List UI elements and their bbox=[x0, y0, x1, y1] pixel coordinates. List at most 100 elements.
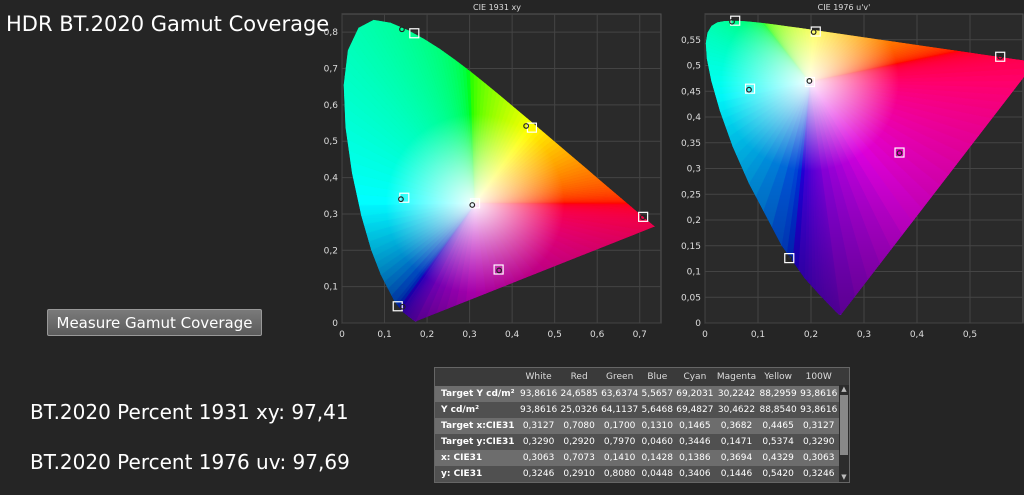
column-header: Blue bbox=[639, 368, 675, 386]
table-cell: 0,5374 bbox=[757, 434, 799, 450]
y-tick-label: 0,15 bbox=[681, 242, 701, 252]
column-header: Cyan bbox=[674, 368, 716, 386]
table-cell: 0,1446 bbox=[715, 466, 758, 482]
y-tick-label: 0,45 bbox=[681, 87, 701, 97]
table-cell: 64,1137 bbox=[599, 402, 640, 418]
table-cell: 0,1386 bbox=[674, 450, 716, 466]
table-cell: 0,1471 bbox=[715, 434, 758, 450]
table-cell: 0,7080 bbox=[558, 418, 600, 434]
y-tick-label: 0,4 bbox=[324, 174, 339, 184]
table-cell: 0,1700 bbox=[599, 418, 640, 434]
table-row[interactable]: Target Y cd/m² 93,8616 24,6585 63,6374 5,565… bbox=[435, 386, 839, 402]
table-body: Target Y cd/m² 93,8616 24,6585 63,6374 5,565… bbox=[435, 386, 839, 482]
bt2020-1931-xy-percent: BT.2020 Percent 1931 xy: 97,41 bbox=[30, 400, 349, 424]
table-cell: 0,1465 bbox=[674, 418, 716, 434]
x-tick-label: 0,2 bbox=[420, 330, 434, 340]
x-tick-label: 0,1 bbox=[751, 330, 765, 340]
x-tick-label: 0,5 bbox=[548, 330, 562, 340]
table-cell: 0,3290 bbox=[798, 434, 839, 450]
table-cell: 30,2242 bbox=[715, 386, 758, 402]
x-tick-label: 0,2 bbox=[804, 330, 818, 340]
table-cell: 0,3406 bbox=[674, 466, 716, 482]
x-tick-label: 0,4 bbox=[910, 330, 925, 340]
table-cell: 0,3682 bbox=[715, 418, 758, 434]
cie-1931-xy-chart: CIE 1931 xy 0 0,1 0,2 0,3 0,4 0,5 0,6 0,7 0 0,1 0,… bbox=[324, 3, 662, 340]
table-header-row: White Red Green Blue Cyan Magenta Yellow 100W bbox=[435, 368, 839, 386]
scroll-up-arrow-icon[interactable]: ▲ bbox=[839, 385, 849, 394]
row-label: x: CIE31 bbox=[435, 450, 519, 466]
table-cell: 24,6585 bbox=[558, 386, 600, 402]
measurement-grid: White Red Green Blue Cyan Magenta Yellow 100W T… bbox=[435, 368, 839, 482]
y-tick-label: 0,05 bbox=[681, 293, 701, 303]
table-cell: 69,2031 bbox=[674, 386, 716, 402]
measure-gamut-coverage-button[interactable]: Measure Gamut Coverage bbox=[47, 309, 262, 336]
column-header: Magenta bbox=[715, 368, 758, 386]
row-label: Y cd/m² bbox=[435, 402, 519, 418]
table-cell: 93,8616 bbox=[518, 402, 559, 418]
table-row[interactable]: Target y:CIE31 0,3290 0,2920 0,7970 0,0460 0,… bbox=[435, 434, 839, 450]
x-tick-label: 0 bbox=[702, 330, 708, 340]
row-label: Target x:CIE31 bbox=[435, 418, 519, 434]
table-scrollbar[interactable]: ▲ ▼ bbox=[839, 385, 849, 482]
table-cell: 0,4465 bbox=[757, 418, 799, 434]
table-cell: 0,1310 bbox=[639, 418, 675, 434]
y-tick-label: 0,2 bbox=[324, 246, 338, 256]
table-row[interactable]: y: CIE31 0,3246 0,2910 0,8080 0,0448 0,3406 0,… bbox=[435, 466, 839, 482]
table-cell: 93,8616 bbox=[518, 386, 559, 402]
table-cell: 0,7073 bbox=[558, 450, 600, 466]
table-cell: 69,4827 bbox=[674, 402, 716, 418]
y-tick-label: 0,35 bbox=[681, 139, 701, 149]
table-cell: 0,1410 bbox=[599, 450, 640, 466]
x-tick-label: 0 bbox=[339, 330, 345, 340]
y-tick-label: 0 bbox=[695, 319, 701, 329]
column-header bbox=[435, 368, 519, 386]
table-cell: 5,5657 bbox=[639, 386, 675, 402]
table-cell: 0,3127 bbox=[798, 418, 839, 434]
scroll-thumb[interactable] bbox=[840, 395, 848, 455]
y-tick-label: 0,7 bbox=[324, 65, 338, 75]
table-cell: 88,8540 bbox=[757, 402, 799, 418]
table-cell: 0,0448 bbox=[639, 466, 675, 482]
table-cell: 88,2959 bbox=[757, 386, 799, 402]
chart-title-xy: CIE 1931 xy bbox=[473, 3, 521, 12]
column-header: White bbox=[518, 368, 559, 386]
table-cell: 0,4329 bbox=[757, 450, 799, 466]
x-tick-label: 0,4 bbox=[505, 330, 520, 340]
table-cell: 5,6468 bbox=[639, 402, 675, 418]
y-tick-label: 0,5 bbox=[687, 62, 701, 72]
table-cell: 0,5420 bbox=[757, 466, 799, 482]
table-cell: 93,8616 bbox=[798, 402, 839, 418]
table-cell: 0,3063 bbox=[798, 450, 839, 466]
table-cell: 63,6374 bbox=[599, 386, 640, 402]
row-label: Target Y cd/m² bbox=[435, 386, 519, 402]
table-cell: 0,3246 bbox=[518, 466, 559, 482]
column-header: 100W bbox=[798, 368, 839, 386]
scroll-down-arrow-icon[interactable]: ▼ bbox=[839, 473, 849, 482]
table-cell: 0,1428 bbox=[639, 450, 675, 466]
measurement-table: White Red Green Blue Cyan Magenta Yellow 100W T… bbox=[434, 367, 850, 483]
y-tick-label: 0,4 bbox=[687, 113, 702, 123]
table-row[interactable]: Y cd/m² 93,8616 25,0326 64,1137 5,6468 69,482… bbox=[435, 402, 839, 418]
column-header: Green bbox=[599, 368, 640, 386]
table-cell: 0,3246 bbox=[798, 466, 839, 482]
table-cell: 0,0460 bbox=[639, 434, 675, 450]
table-cell: 30,4622 bbox=[715, 402, 758, 418]
table-cell: 0,3063 bbox=[518, 450, 559, 466]
y-tick-label: 0,3 bbox=[687, 165, 701, 175]
x-tick-label: 0,5 bbox=[963, 330, 977, 340]
table-cell: 25,0326 bbox=[558, 402, 600, 418]
table-cell: 0,8080 bbox=[599, 466, 640, 482]
y-tick-label: 0,1 bbox=[687, 268, 701, 278]
table-cell: 93,8616 bbox=[798, 386, 839, 402]
x-tick-label: 0,7 bbox=[633, 330, 647, 340]
table-cell: 0,7970 bbox=[599, 434, 640, 450]
table-cell: 0,2920 bbox=[558, 434, 600, 450]
column-header: Red bbox=[558, 368, 600, 386]
table-row[interactable]: x: CIE31 0,3063 0,7073 0,1410 0,1428 0,1386 0,… bbox=[435, 450, 839, 466]
table-cell: 0,3446 bbox=[674, 434, 716, 450]
table-row[interactable]: Target x:CIE31 0,3127 0,7080 0,1700 0,1310 0,… bbox=[435, 418, 839, 434]
table-cell: 0,3290 bbox=[518, 434, 559, 450]
x-tick-label: 0,1 bbox=[377, 330, 391, 340]
y-tick-label: 0,1 bbox=[324, 283, 338, 293]
bt2020-1976-uv-percent: BT.2020 Percent 1976 uv: 97,69 bbox=[30, 450, 350, 474]
